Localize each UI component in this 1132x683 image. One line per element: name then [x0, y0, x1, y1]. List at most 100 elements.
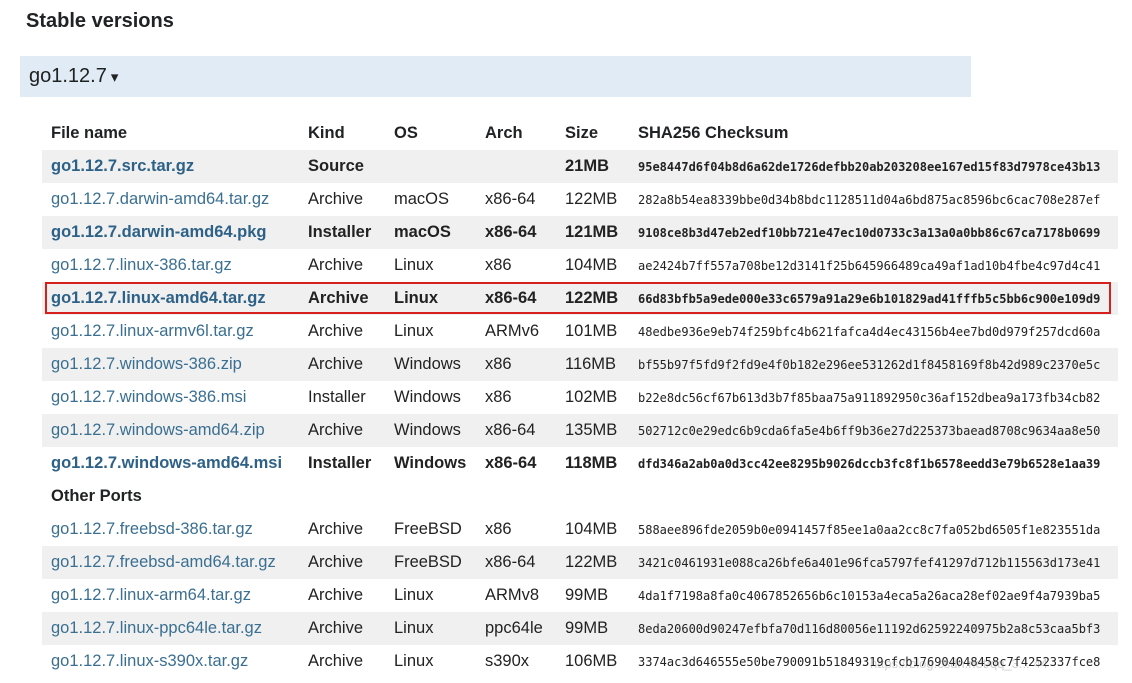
size-cell: 122MB — [556, 282, 629, 315]
arch-cell: x86 — [476, 348, 556, 381]
download-link[interactable]: go1.12.7.windows-386.zip — [51, 355, 242, 373]
arch-cell — [476, 150, 556, 183]
file-name-cell: go1.12.7.windows-amd64.msi — [42, 447, 299, 480]
arch-cell: ppc64le — [476, 612, 556, 645]
table-row: go1.12.7.linux-amd64.tar.gz Archive Linux x… — [42, 282, 1118, 315]
kind-cell: Archive — [299, 348, 385, 381]
header-arch: Arch — [485, 124, 523, 142]
os-cell: Windows — [394, 388, 461, 406]
os-cell: Windows — [385, 348, 476, 381]
arch-cell: x86-64 — [476, 546, 556, 579]
kind-cell: Installer — [308, 388, 366, 406]
size-cell: 122MB — [556, 546, 629, 579]
os-cell: FreeBSD — [385, 546, 476, 579]
file-name-cell: go1.12.7.darwin-amd64.tar.gz — [42, 183, 299, 216]
download-link[interactable]: go1.12.7.freebsd-386.tar.gz — [51, 520, 253, 538]
download-link[interactable]: go1.12.7.src.tar.gz — [51, 157, 194, 175]
header-os: OS — [394, 124, 418, 142]
table-row: go1.12.7.src.tar.gz Source 21MB 95e8447d6f0… — [42, 150, 1118, 183]
checksum-cell: 8eda20600d90247efbfa70d116d80056e11192d6… — [629, 612, 1118, 645]
download-link[interactable]: go1.12.7.darwin-amd64.tar.gz — [51, 190, 269, 208]
table-row: go1.12.7.windows-386.zip Archive Windows x8… — [42, 348, 1118, 381]
checksum-text: 3421c0461931e088ca26bfe6a401e96fca5797fe… — [638, 556, 1101, 570]
version-label: go1.12.7 — [29, 65, 107, 87]
file-name-cell: go1.12.7.linux-s390x.tar.gz — [42, 645, 299, 678]
checksum-text: 4da1f7198a8fa0c4067852656b6c10153a4eca5a… — [638, 589, 1101, 603]
file-name-cell: go1.12.7.freebsd-amd64.tar.gz — [42, 546, 299, 579]
port-rows: go1.12.7.freebsd-386.tar.gz Archive FreeBS… — [42, 513, 1118, 678]
kind-cell: Archive — [308, 256, 364, 274]
checksum-cell: 3421c0461931e088ca26bfe6a401e96fca5797fe… — [629, 546, 1118, 579]
version-toggle[interactable]: go1.12.7 ▾ — [20, 56, 971, 97]
downloads-page: Stable versions go1.12.7 ▾ File name Kin… — [0, 0, 1132, 683]
file-name-cell: go1.12.7.linux-amd64.tar.gz — [42, 282, 299, 315]
kind-cell: Archive — [308, 520, 364, 538]
file-name-cell: go1.12.7.windows-386.zip — [42, 348, 299, 381]
os-cell: macOS — [385, 216, 476, 249]
arch-cell: s390x — [485, 652, 530, 670]
download-link[interactable]: go1.12.7.linux-armv6l.tar.gz — [51, 322, 254, 340]
size-cell: 121MB — [556, 216, 629, 249]
checksum-text: 95e8447d6f04b8d6a62de1726defbb20ab203208… — [638, 160, 1101, 174]
watermark: https://blog.csdn.net/qq_3... 44 — [870, 656, 1048, 671]
table-header-row: File name Kind OS Arch Size SHA256 Check… — [42, 117, 1118, 150]
table-row: go1.12.7.freebsd-amd64.tar.gz Archive Free… — [42, 546, 1118, 579]
download-link[interactable]: go1.12.7.darwin-amd64.pkg — [51, 223, 266, 241]
other-ports-row: Other Ports — [42, 480, 1118, 513]
header-size: Size — [565, 124, 599, 142]
os-cell: macOS — [394, 190, 450, 208]
checksum-cell: 9108ce8b3d47eb2edf10bb721e47ec10d0733c3a… — [629, 216, 1118, 249]
download-link[interactable]: go1.12.7.linux-ppc64le.tar.gz — [51, 619, 262, 637]
checksum-text: 48edbe936e9eb74f259bfc4b621fafca4d4ec431… — [638, 325, 1101, 339]
other-ports-heading: Other Ports — [51, 487, 142, 505]
download-link[interactable]: go1.12.7.linux-s390x.tar.gz — [51, 652, 248, 670]
table-row: go1.12.7.linux-armv6l.tar.gz Archive Linux… — [42, 315, 1118, 348]
checksum-cell: 4da1f7198a8fa0c4067852656b6c10153a4eca5a… — [629, 579, 1118, 612]
os-cell: Linux — [394, 586, 434, 604]
size-cell: 116MB — [556, 348, 629, 381]
checksum-cell: bf55b97f5fd9f2fd9e4f0b182e296ee531262d1f… — [629, 348, 1118, 381]
download-link[interactable]: go1.12.7.linux-386.tar.gz — [51, 256, 232, 274]
checksum-text: 66d83bfb5a9ede000e33c6579a91a29e6b101829… — [638, 292, 1101, 306]
header-kind: Kind — [308, 124, 345, 142]
download-link[interactable]: go1.12.7.windows-386.msi — [51, 388, 246, 406]
download-link[interactable]: go1.12.7.linux-arm64.tar.gz — [51, 586, 251, 604]
downloads-table: File name Kind OS Arch Size SHA256 Check… — [42, 117, 1118, 678]
kind-cell: Archive — [299, 546, 385, 579]
kind-cell: Installer — [308, 454, 372, 472]
arch-cell: ARMv8 — [485, 586, 540, 604]
checksum-text: ae2424b7ff557a708be12d3141f25b645966489c… — [638, 259, 1101, 273]
checksum-cell: dfd346a2ab0a0d3cc42ee8295b9026dccb3fc8f1… — [629, 447, 1118, 480]
download-link[interactable]: go1.12.7.windows-amd64.zip — [51, 421, 265, 439]
arch-cell: x86-64 — [476, 282, 556, 315]
header-checksum: SHA256 Checksum — [638, 124, 789, 142]
table-row: go1.12.7.freebsd-386.tar.gz Archive FreeBS… — [42, 513, 1118, 546]
other-ports-group: Other Ports — [42, 480, 1118, 513]
checksum-text: 8eda20600d90247efbfa70d116d80056e11192d6… — [638, 622, 1101, 636]
os-cell: Linux — [385, 282, 476, 315]
kind-cell: Archive — [299, 612, 385, 645]
checksum-text: 502712c0e29edc6b9cda6fa5e4b6ff9b36e27d22… — [638, 424, 1101, 438]
arch-cell: x86 — [485, 256, 512, 274]
os-cell: FreeBSD — [394, 520, 462, 538]
table-row: go1.12.7.linux-ppc64le.tar.gz Archive Linu… — [42, 612, 1118, 645]
checksum-cell: ae2424b7ff557a708be12d3141f25b645966489c… — [629, 249, 1118, 282]
file-name-cell: go1.12.7.darwin-amd64.pkg — [42, 216, 299, 249]
size-cell: 21MB — [556, 150, 629, 183]
os-cell: Linux — [394, 256, 434, 274]
download-link[interactable]: go1.12.7.windows-amd64.msi — [51, 454, 282, 472]
download-link[interactable]: go1.12.7.linux-amd64.tar.gz — [51, 289, 266, 307]
file-name-cell: go1.12.7.linux-ppc64le.tar.gz — [42, 612, 299, 645]
checksum-text: bf55b97f5fd9f2fd9e4f0b182e296ee531262d1f… — [638, 358, 1101, 372]
arch-cell: x86 — [485, 520, 512, 538]
table-row: go1.12.7.darwin-amd64.tar.gz Archive macOS… — [42, 183, 1118, 216]
arch-cell: x86-64 — [476, 414, 556, 447]
os-cell — [385, 150, 476, 183]
checksum-text: 282a8b54ea8339bbe0d34b8bdc1128511d04a6bd… — [638, 193, 1101, 207]
checksum-text: b22e8dc56cf67b613d3b7f85baa75a911892950c… — [638, 391, 1101, 405]
kind-cell: Source — [299, 150, 385, 183]
download-link[interactable]: go1.12.7.freebsd-amd64.tar.gz — [51, 553, 276, 571]
kind-cell: Archive — [308, 322, 364, 340]
table-row: go1.12.7.windows-386.msi Installer Windows… — [42, 381, 1118, 414]
os-cell: Linux — [394, 322, 434, 340]
